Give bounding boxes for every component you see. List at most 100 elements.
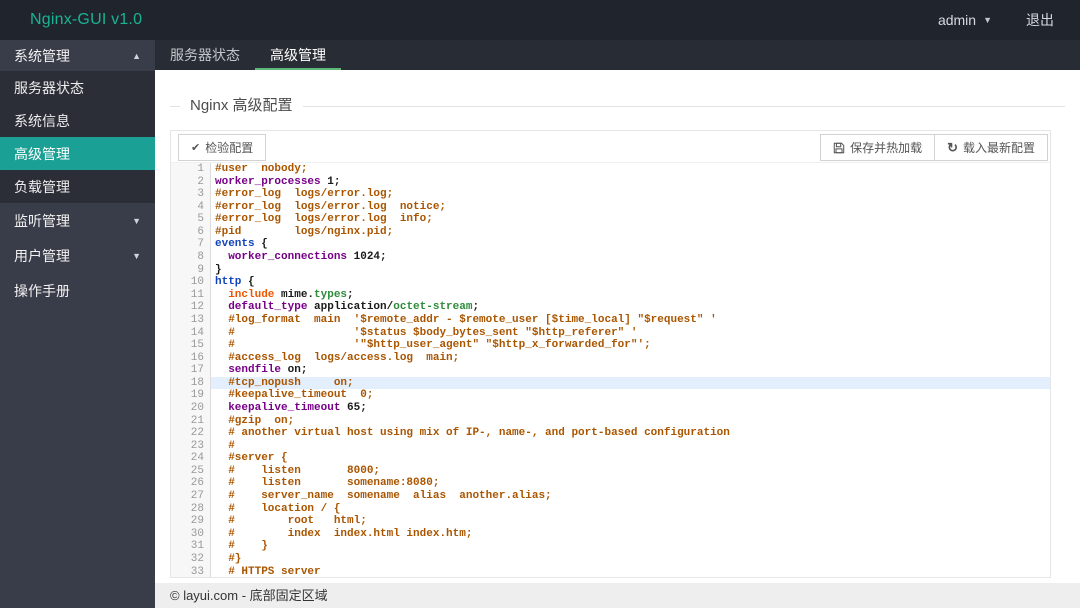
code-line: 9} [171, 263, 1050, 277]
sidebar-item-listen-management[interactable]: 监听管理 ▼ [0, 203, 155, 238]
config-panel: ✔ 检验配置 保存并热加载 ↻ 载入最新配置 1 #user nobody; 2… [170, 130, 1051, 578]
line-number: 30 [171, 527, 211, 541]
footer-text: © layui.com - 底部固定区域 [170, 588, 328, 603]
code-line: 28 # location / { [171, 502, 1050, 516]
code-text: keepalive_timeout 65; [228, 401, 367, 414]
code-line: 11 include mime.types; [171, 288, 1050, 302]
config-editor[interactable]: 1 #user nobody; 2 worker_processes 1; 3 #erro… [171, 162, 1050, 577]
editor-toolbar: ✔ 检验配置 保存并热加载 ↻ 载入最新配置 [171, 131, 1050, 162]
check-config-button[interactable]: ✔ 检验配置 [178, 134, 267, 161]
line-number: 23 [171, 439, 211, 453]
sidebar-item-server-status[interactable]: 服务器状态 [0, 71, 155, 104]
tab-server-status[interactable]: 服务器状态 [155, 40, 255, 70]
code-text: sendfile on; [228, 364, 308, 377]
sidebar-item-operation-manual[interactable]: 操作手册 [0, 273, 155, 308]
line-number: 5 [171, 213, 211, 226]
line-number: 33 [171, 565, 211, 577]
code-text: default_type application/octet-stream; [228, 301, 480, 314]
check-config-label: 检验配置 [205, 141, 254, 155]
code-text: # [228, 439, 235, 452]
code-text: #pid logs/nginx.pid; [215, 225, 394, 238]
code-line: 22 # another virtual host using mix of I… [171, 427, 1050, 440]
logout-link[interactable]: 退出 [1026, 10, 1054, 30]
code-line: 17 sendfile on; [171, 364, 1050, 377]
toolbar-right-group: 保存并热加载 ↻ 载入最新配置 [820, 134, 1048, 161]
app-header: Nginx-GUI v1.0 admin ▼ 退出 [0, 0, 1080, 40]
load-latest-config-button[interactable]: ↻ 载入最新配置 [934, 134, 1048, 161]
code-line: 2 worker_processes 1; [171, 175, 1050, 189]
code-text: worker_connections 1024; [228, 251, 387, 264]
admin-username: admin [937, 12, 977, 28]
line-number: 7 [171, 238, 211, 252]
save-hot-reload-button[interactable]: 保存并热加载 [820, 134, 936, 161]
code-line: 24 #server { [171, 452, 1050, 465]
code-line: 31 # } [171, 540, 1050, 553]
code-text: http { [215, 276, 255, 289]
code-text: #log_format main '$remote_addr - $remote… [228, 313, 717, 326]
code-text: # HTTPS server [228, 565, 321, 578]
line-number: 14 [171, 326, 211, 340]
code-line: 10 http { [171, 276, 1050, 289]
save-hot-reload-label: 保存并热加载 [850, 141, 923, 155]
load-latest-config-label: 载入最新配置 [962, 141, 1035, 155]
line-number: 32 [171, 552, 211, 566]
code-line: 33 # HTTPS server [171, 565, 1050, 578]
sidebar-item-advanced-management[interactable]: 高级管理 [0, 137, 155, 170]
code-text: #error_log logs/error.log notice; [215, 200, 447, 213]
code-line: 13 #log_format main '$remote_addr - $rem… [171, 313, 1050, 327]
sidebar-item-label: 服务器状态 [14, 79, 84, 96]
code-text: # location / { [228, 502, 341, 515]
code-line: 29 # root html; [171, 515, 1050, 528]
title-divider [170, 106, 1065, 107]
code-line: 18 #tcp_nopush on; [171, 376, 1050, 390]
chevron-down-icon: ▼ [132, 215, 141, 226]
line-number: 21 [171, 414, 211, 428]
sidebar-item-load-management[interactable]: 负载管理 [0, 170, 155, 203]
line-number: 3 [171, 188, 211, 201]
code-text: # index index.html index.htm; [228, 527, 473, 540]
sidebar-item-label: 监听管理 [14, 212, 70, 229]
code-text: #gzip on; [228, 414, 295, 427]
code-text: # another virtual host using mix of IP-,… [228, 427, 730, 440]
header-right: admin ▼ 退出 [938, 10, 1080, 30]
sidebar: 系统管理 ▲ 服务器状态系统信息高级管理负载管理监听管理 ▼ 用户管理 ▼ 操作手册 [0, 40, 155, 608]
code-line: 32 #} [171, 552, 1050, 566]
code-text: } [215, 263, 222, 276]
line-number: 9 [171, 263, 211, 277]
code-text: #server { [228, 452, 288, 465]
line-number: 13 [171, 313, 211, 327]
main-content: Nginx 高级配置 ✔ 检验配置 保存并热加载 ↻ 载入最新配置 1 #use… [155, 70, 1080, 583]
code-text: # listen somename:8080; [228, 477, 440, 490]
admin-menu[interactable]: admin ▼ [938, 12, 992, 28]
line-number: 29 [171, 515, 211, 528]
code-line: 7 events { [171, 238, 1050, 252]
code-line: 6 #pid logs/nginx.pid; [171, 225, 1050, 239]
sidebar-item-label: 系统管理 [14, 47, 70, 64]
code-text: #tcp_nopush on; [211, 376, 1050, 390]
code-line: 3 #error_log logs/error.log; [171, 188, 1050, 201]
code-text: events { [215, 238, 268, 251]
line-number: 25 [171, 464, 211, 478]
line-number: 8 [171, 251, 211, 264]
line-number: 10 [171, 276, 211, 289]
code-line: 16 #access_log logs/access.log main; [171, 351, 1050, 365]
sidebar-item-label: 高级管理 [14, 145, 70, 162]
code-text: #access_log logs/access.log main; [228, 351, 460, 364]
tab-advanced-management[interactable]: 高级管理 [255, 40, 341, 70]
code-text: include mime.types; [228, 288, 354, 301]
line-number: 11 [171, 288, 211, 302]
code-line: 4 #error_log logs/error.log notice; [171, 200, 1050, 214]
code-text: #error_log logs/error.log; [215, 188, 394, 201]
check-icon: ✔ [191, 142, 201, 154]
code-line: 20 keepalive_timeout 65; [171, 401, 1050, 415]
sidebar-item-user-management[interactable]: 用户管理 ▼ [0, 238, 155, 273]
code-text: # root html; [228, 515, 367, 528]
tab-bar: 服务器状态 高级管理 [155, 40, 1080, 70]
line-number: 4 [171, 200, 211, 214]
sidebar-item-system-management[interactable]: 系统管理 ▲ [0, 40, 155, 71]
line-number: 1 [171, 163, 211, 176]
sidebar-item-system-info[interactable]: 系统信息 [0, 104, 155, 137]
code-line: 15 # '"$http_user_agent" "$http_x_forwar… [171, 339, 1050, 352]
line-number: 31 [171, 540, 211, 553]
line-number: 24 [171, 452, 211, 465]
